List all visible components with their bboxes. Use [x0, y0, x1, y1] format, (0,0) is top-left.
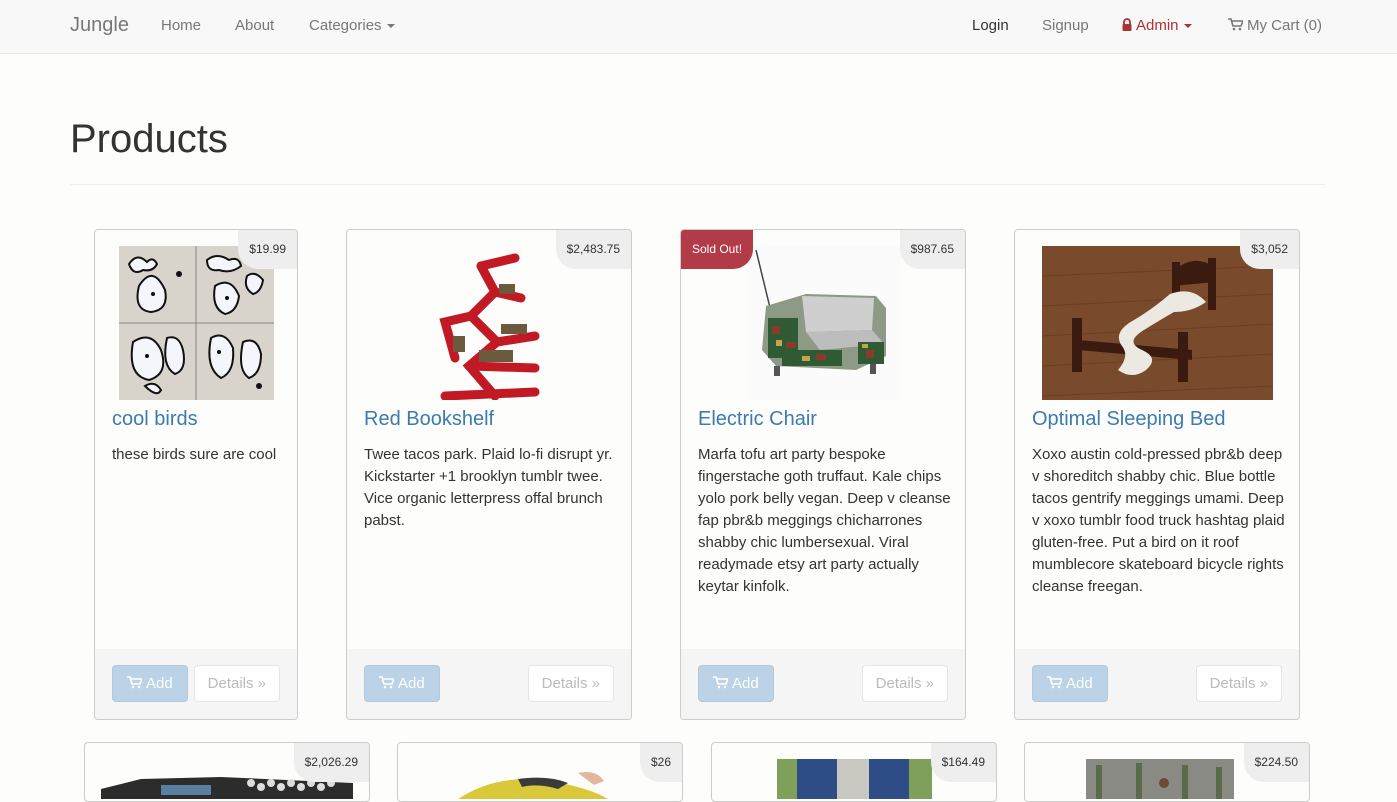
details-button[interactable]: Details » [1195, 665, 1282, 702]
price-tag: $26 [639, 743, 682, 782]
add-to-cart-button[interactable]: Add [364, 665, 440, 702]
cart-icon [1047, 676, 1062, 689]
cart-icon [713, 676, 728, 689]
cart-icon [127, 676, 142, 689]
product-description: Xoxo austin cold-pressed pbr&b deep v sh… [1032, 446, 1285, 595]
card-footer: Add Details » [1015, 649, 1299, 719]
add-label: Add [146, 675, 173, 692]
product-image[interactable] [777, 759, 932, 799]
header-divider [70, 184, 1325, 185]
price-tag: $2,026.29 [293, 743, 369, 782]
product-name-link[interactable]: Red Bookshelf [364, 408, 494, 431]
cart-icon [1228, 18, 1243, 31]
product-card-row2-4: $224.50 [1024, 742, 1310, 802]
product-image[interactable] [119, 246, 274, 400]
product-card-optimal-sleeping-bed: $3,052 Optimal Sleeping Bed Xoxo austin … [1014, 229, 1300, 720]
nav-admin-label: Admin [1136, 17, 1179, 34]
card-footer: Add Details » [95, 649, 297, 719]
nav-login[interactable]: Login [972, 17, 1009, 34]
product-name-link[interactable]: Electric Chair [698, 408, 817, 431]
price-tag: $3,052 [1240, 230, 1299, 269]
lock-icon [1122, 18, 1132, 31]
add-to-cart-button[interactable]: Add [112, 665, 188, 702]
add-label: Add [1066, 675, 1093, 692]
details-button[interactable]: Details » [861, 665, 948, 702]
price-tag: $19.99 [238, 230, 297, 269]
product-card-row2-3: $164.49 [711, 742, 997, 802]
nav-about[interactable]: About [235, 17, 274, 34]
product-image[interactable] [746, 246, 901, 400]
product-name-link[interactable]: Optimal Sleeping Bed [1032, 408, 1225, 431]
cart-icon [379, 676, 394, 689]
add-to-cart-button[interactable]: Add [1032, 665, 1108, 702]
add-label: Add [398, 675, 425, 692]
nav-home[interactable]: Home [161, 17, 201, 34]
product-card-row2-1: $2,026.29 [84, 742, 370, 802]
nav-cart-label: My Cart (0) [1247, 17, 1322, 34]
nav-categories-label: Categories [309, 17, 382, 34]
product-image[interactable] [1042, 246, 1273, 400]
caret-down-icon [1183, 24, 1192, 29]
product-description: Marfa tofu art party bespoke fingerstach… [698, 446, 951, 595]
price-tag: $987.65 [899, 230, 965, 269]
card-footer: Add Details » [347, 649, 631, 719]
price-tag: $2,483.75 [555, 230, 631, 269]
product-image[interactable] [425, 246, 553, 400]
nav-cart[interactable]: My Cart (0) [1228, 17, 1322, 34]
details-button[interactable]: Details » [193, 665, 280, 702]
price-tag: $224.50 [1243, 743, 1309, 782]
brand-link[interactable]: Jungle [70, 14, 129, 37]
add-label: Add [732, 675, 759, 692]
price-tag: $164.49 [930, 743, 996, 782]
page-title: Products [70, 117, 228, 161]
product-image[interactable] [438, 759, 638, 799]
product-description: Twee tacos park. Plaid lo-fi disrupt yr.… [364, 446, 613, 529]
product-card-cool-birds: $19.99 cool birds these birds sure are c… [94, 229, 298, 720]
nav-categories-dropdown[interactable]: Categories [309, 17, 395, 34]
navbar: Jungle Home About Categories Login Signu… [0, 0, 1397, 54]
sold-out-badge: Sold Out! [681, 230, 754, 269]
product-card-red-bookshelf: $2,483.75 Red Bookshelf Twee tacos park.… [346, 229, 632, 720]
add-to-cart-button[interactable]: Add [698, 665, 774, 702]
card-footer: Add Details » [681, 649, 965, 719]
nav-signup[interactable]: Signup [1042, 17, 1089, 34]
caret-down-icon [386, 24, 395, 29]
nav-admin-dropdown[interactable]: Admin [1122, 17, 1192, 34]
product-description: these birds sure are cool [112, 446, 277, 463]
product-image[interactable] [1086, 759, 1234, 799]
product-name-link[interactable]: cool birds [112, 408, 198, 431]
product-card-electric-chair: Sold Out! $987.65 Electric Chair Marfa t… [680, 229, 966, 720]
details-button[interactable]: Details » [527, 665, 614, 702]
product-card-row2-2: $26 [397, 742, 683, 802]
